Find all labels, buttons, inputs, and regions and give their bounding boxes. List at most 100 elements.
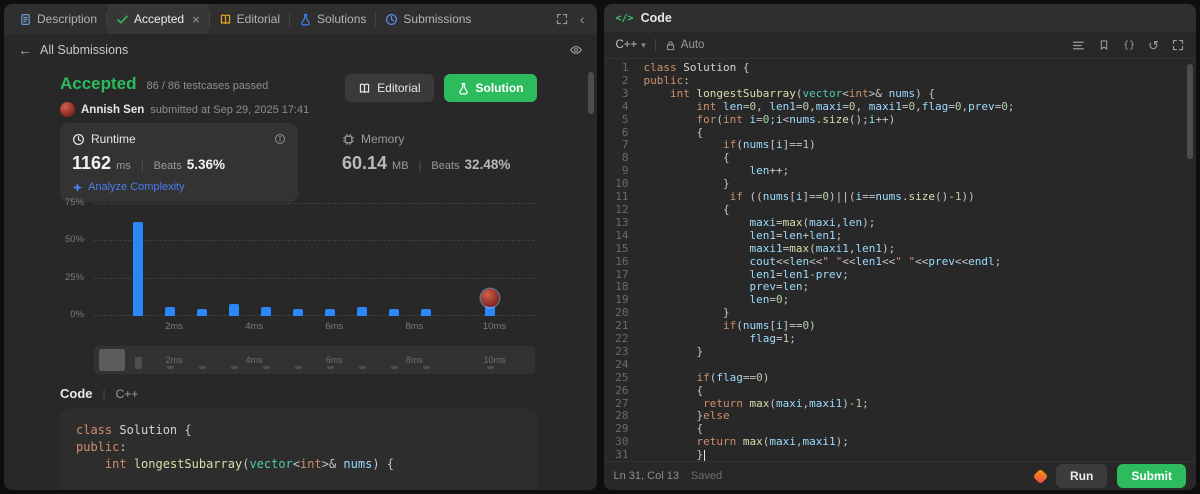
- brush-minibar: [231, 365, 239, 369]
- runtime-bar[interactable]: [389, 308, 400, 316]
- editorial-button[interactable]: Editorial: [345, 74, 434, 102]
- editor-line[interactable]: 16 cout<<len<<" "<<len1<<" "<<prev<<endl…: [604, 255, 1197, 269]
- editor-scrollbar[interactable]: [1187, 64, 1193, 159]
- editor-line[interactable]: 12 {: [604, 202, 1197, 217]
- runtime-bar[interactable]: [197, 308, 208, 316]
- line-number: 5: [621, 112, 629, 126]
- tab-accepted[interactable]: Accepted ×: [107, 4, 209, 34]
- line-content: {: [722, 202, 730, 216]
- x-tick-label: 6ms: [325, 321, 344, 332]
- editor-line[interactable]: 14 len1=len+len1;: [604, 228, 1197, 243]
- brush-tick-label: 6ms: [325, 355, 343, 365]
- runtime-bar[interactable]: [325, 308, 336, 316]
- submitted-timestamp: submitted at Sep 29, 2025 17:41: [150, 103, 310, 116]
- editor-statusbar: Ln 31, Col 13 Saved Run Submit: [603, 461, 1196, 490]
- collapse-panel-icon[interactable]: ‹: [580, 12, 585, 26]
- code-section-title: Code: [60, 386, 93, 401]
- expand-panel-icon[interactable]: [556, 13, 568, 25]
- back-to-all-submissions[interactable]: ← All Submissions: [18, 42, 128, 58]
- runtime-bar[interactable]: [293, 308, 304, 316]
- editor-line[interactable]: 25 if(flag==0): [604, 370, 1197, 385]
- runtime-bar[interactable]: [261, 307, 272, 316]
- brush-tick-label: 8ms: [405, 355, 423, 365]
- submission-subnav: ← All Submissions: [4, 34, 597, 66]
- runtime-bar[interactable]: [485, 305, 496, 316]
- brush-handle[interactable]: [99, 349, 125, 371]
- runtime-bar[interactable]: [165, 307, 176, 316]
- user-avatar-marker: [481, 288, 500, 307]
- code-editor[interactable]: 1 class Solution {2 public: 3 int longestSu…: [604, 59, 1197, 461]
- line-number: 14: [615, 228, 629, 242]
- runtime-bar[interactable]: [421, 308, 432, 316]
- chevron-down-icon: ▾: [641, 39, 646, 50]
- runtime-brush[interactable]: 2ms 4ms 6ms 8ms 10ms: [94, 346, 535, 374]
- tabbar-actions: ‹: [556, 12, 591, 26]
- submitted-code-block: class Solution {public: int longestSubar…: [60, 409, 537, 490]
- brackets-icon[interactable]: {}: [1123, 40, 1135, 51]
- x-tick-label: 4ms: [245, 321, 264, 332]
- brush-minibar: [359, 366, 367, 369]
- tab-editorial[interactable]: Editorial: [210, 4, 289, 34]
- analyze-complexity-link[interactable]: Analyze Complexity: [72, 181, 286, 193]
- runtime-bar[interactable]: [133, 221, 144, 316]
- tab-description[interactable]: Description: [10, 4, 106, 34]
- undo-icon[interactable]: ↺: [1148, 39, 1159, 52]
- gridline: [94, 277, 535, 279]
- runtime-chart-xlabels: 2ms 4ms 6ms 8ms 10ms: [94, 321, 535, 337]
- editor-line[interactable]: 22 flag=1;: [604, 332, 1197, 346]
- memory-block[interactable]: Memory 60.14 MB | Beats 32.48%: [342, 123, 510, 174]
- eye-icon[interactable]: [569, 43, 583, 57]
- editor-line[interactable]: 4 int len=0, len1=0,maxi=0, maxi1=0,flag…: [604, 100, 1197, 114]
- line-number: 25: [615, 370, 629, 384]
- runtime-value: 1162: [72, 153, 112, 173]
- submit-button[interactable]: Submit: [1117, 464, 1186, 488]
- analyze-complexity-label: Analyze Complexity: [88, 181, 185, 193]
- tab-solutions-label: Solutions: [317, 12, 367, 26]
- solution-button[interactable]: Solution: [443, 74, 537, 102]
- result-row: Accepted 86 / 86 testcases passed Annish…: [60, 74, 537, 117]
- bookmark-icon[interactable]: [1098, 39, 1110, 51]
- submission-content: Accepted 86 / 86 testcases passed Annish…: [4, 66, 597, 490]
- memory-chip-icon: [342, 133, 355, 146]
- close-tab-icon[interactable]: ×: [192, 12, 200, 27]
- fullscreen-icon[interactable]: [1172, 39, 1184, 51]
- format-code-icon[interactable]: [1072, 39, 1085, 52]
- author-name[interactable]: Annish Sen: [81, 104, 144, 116]
- line-content: if(flag==0): [696, 370, 770, 384]
- editor-line[interactable]: 23 }: [604, 345, 1197, 359]
- editor-line[interactable]: 24: [604, 357, 1197, 372]
- x-tick-label: 8ms: [405, 321, 424, 332]
- line-content: {: [696, 383, 704, 397]
- line-number: 24: [615, 357, 629, 371]
- lock-icon: [665, 40, 676, 51]
- tab-solutions[interactable]: Solutions: [290, 4, 375, 34]
- language-selector[interactable]: C++ ▾: [616, 39, 646, 51]
- editor-tools: {} ↺: [1072, 39, 1184, 52]
- auto-toggle[interactable]: Auto: [665, 39, 704, 51]
- sparkle-icon: [72, 182, 83, 193]
- brush-tick-label: 10ms: [483, 355, 506, 365]
- runtime-beats-label: Beats: [153, 160, 182, 172]
- editor-line[interactable]: 5 for(int i=0;i<nums.size();i++): [604, 112, 1197, 127]
- flask-icon: [299, 13, 312, 26]
- editor-line[interactable]: 26 {: [604, 383, 1197, 398]
- info-icon[interactable]: [274, 133, 286, 145]
- runtime-bar[interactable]: [357, 307, 368, 316]
- run-button[interactable]: Run: [1056, 464, 1108, 488]
- memory-beats-value: 32.48%: [464, 157, 511, 172]
- editor-line[interactable]: 1 class Solution {: [604, 61, 1197, 75]
- runtime-card[interactable]: Runtime 1162 ms | Beats 5.36% Analyze Co…: [60, 123, 298, 202]
- gridline: [94, 240, 535, 242]
- editor-line[interactable]: 13 maxi=max(maxi,len);: [604, 216, 1197, 230]
- y-tick-label: 50%: [64, 234, 84, 246]
- runtime-bar[interactable]: [229, 304, 240, 316]
- left-scrollbar[interactable]: [587, 72, 594, 114]
- line-number: 26: [615, 383, 629, 397]
- editor-line[interactable]: 31 }: [604, 448, 1197, 461]
- tab-accepted-label: Accepted: [134, 12, 185, 26]
- flask-icon: [457, 82, 470, 95]
- ai-assistant-icon[interactable]: [1032, 468, 1049, 484]
- code-editor-panel: </> Code C++ ▾ Auto {} ↺ 1 class Solutio…: [603, 4, 1197, 490]
- tab-submissions[interactable]: Submissions: [376, 4, 480, 34]
